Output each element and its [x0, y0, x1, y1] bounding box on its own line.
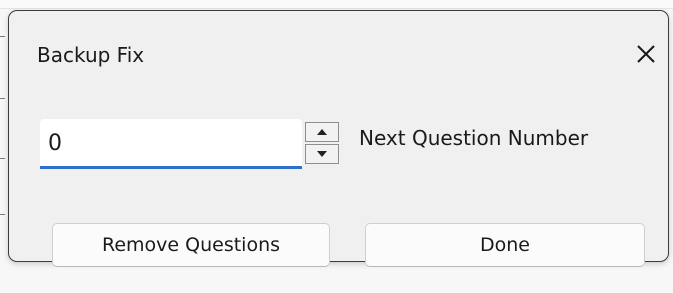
remove-questions-button[interactable]: Remove Questions — [52, 223, 330, 267]
background-tick — [0, 36, 5, 37]
background-window-edge — [0, 0, 673, 9]
question-number-input[interactable] — [48, 127, 288, 159]
triangle-down-icon — [317, 151, 327, 157]
next-question-number-label: Next Question Number — [359, 126, 589, 150]
background-tick — [0, 98, 5, 99]
question-number-field[interactable] — [40, 119, 302, 169]
background-tick — [0, 214, 5, 215]
backup-fix-dialog: Backup Fix Next Question Number Remove Q… — [8, 10, 669, 267]
question-number-stepper — [305, 122, 339, 164]
decrement-button[interactable] — [305, 144, 339, 164]
background-tick — [0, 158, 5, 159]
close-icon — [637, 45, 655, 63]
dialog-title: Backup Fix — [37, 43, 145, 67]
close-button[interactable] — [629, 37, 663, 71]
triangle-up-icon — [317, 129, 327, 135]
done-button[interactable]: Done — [365, 223, 645, 267]
increment-button[interactable] — [305, 122, 339, 142]
